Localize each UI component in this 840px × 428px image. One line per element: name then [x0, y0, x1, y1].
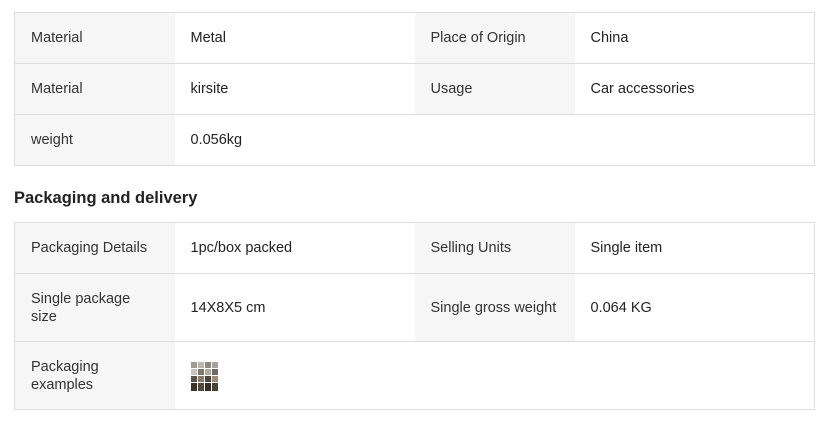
packaging-label: Single package size [14, 273, 175, 342]
packaging-table: Packaging Details 1pc/box packed Selling… [14, 222, 815, 410]
packaging-example-cell [174, 341, 415, 410]
attribute-value: Metal [174, 12, 415, 64]
product-attributes-table: Material Metal Place of Origin China Mat… [14, 12, 815, 166]
attribute-value: 0.056kg [174, 114, 415, 166]
attribute-value: kirsite [174, 63, 415, 115]
attribute-empty-value [574, 114, 815, 166]
packaging-row: Packaging examples [14, 341, 815, 410]
attribute-label: Place of Origin [414, 12, 575, 64]
packaging-label: Selling Units [414, 222, 575, 274]
packaging-section-title: Packaging and delivery [14, 189, 198, 207]
packaging-example-thumbnail[interactable] [190, 362, 218, 391]
packaging-empty-label [414, 341, 575, 410]
attribute-row: Material kirsite Usage Car accessories [14, 63, 815, 115]
packaging-value: 1pc/box packed [174, 222, 415, 274]
packaging-value: Single item [574, 222, 815, 274]
attribute-row: Material Metal Place of Origin China [14, 12, 815, 64]
attribute-label: weight [14, 114, 175, 166]
packaging-value: 0.064 KG [574, 273, 815, 342]
packaging-label: Packaging Details [14, 222, 175, 274]
attribute-value: Car accessories [574, 63, 815, 115]
attribute-label: Usage [414, 63, 575, 115]
attribute-label: Material [14, 12, 175, 64]
packaging-row: Packaging Details 1pc/box packed Selling… [14, 222, 815, 274]
attribute-value: China [574, 12, 815, 64]
packaging-row: Single package size 14X8X5 cm Single gro… [14, 273, 815, 342]
packaging-label: Packaging examples [14, 341, 175, 410]
attribute-label: Material [14, 63, 175, 115]
packaging-value: 14X8X5 cm [174, 273, 415, 342]
attribute-row: weight 0.056kg [14, 114, 815, 166]
packaging-empty-value [574, 341, 815, 410]
packaging-label: Single gross weight [414, 273, 575, 342]
attribute-empty-label [414, 114, 575, 166]
